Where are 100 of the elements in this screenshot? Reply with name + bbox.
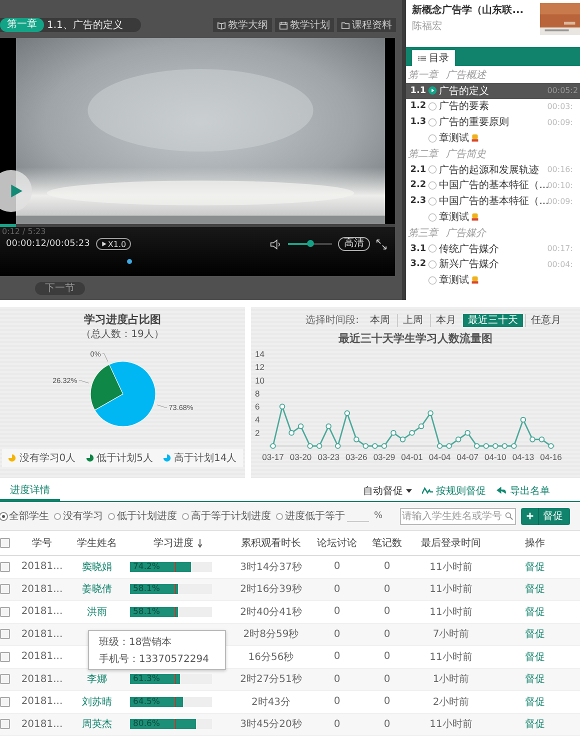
student-id: 20181... [20,628,64,640]
status-circle-icon [428,134,438,143]
toolbar-button[interactable]: 教学计划 [275,18,334,32]
urge-link[interactable]: 督促 [525,719,545,730]
speed-button[interactable]: X1.0 [96,238,132,250]
quality-button[interactable]: 高清 [338,237,370,251]
period-tab[interactable]: 最近三十天 [463,314,523,326]
notes-count: 0 [382,696,392,708]
filter-label[interactable]: 全部学生 [9,509,49,523]
lesson-item[interactable]: 2.2 中国广告的基本特征（...00:10: [406,178,580,194]
notes-count: 0 [382,584,392,595]
filter-label[interactable]: 低于计划进度 [117,509,177,523]
chapter-quiz-link[interactable]: 章测试 [439,273,470,288]
y-tick-label: 4 [255,414,260,425]
student-name-link[interactable]: 刘苏晴 [82,696,112,708]
lesson-item[interactable]: 1.3 广告的重要原则 00:09: [406,114,580,130]
x-tick-label: 03-17 [262,452,284,462]
chapter-quiz-link[interactable]: 章测试 [439,131,470,146]
fullscreen-icon[interactable] [376,238,387,250]
data-point [362,443,369,449]
data-point [298,423,304,430]
radio-button[interactable] [108,512,115,520]
video-progress-bar[interactable] [0,224,395,227]
status-circle-icon [428,196,438,206]
row-checkbox[interactable] [0,674,10,684]
urge-link[interactable]: 督促 [525,606,545,618]
row-checkbox[interactable] [0,719,10,730]
filter-label[interactable]: 高于等于计划进度 [191,509,271,523]
student-name-link[interactable]: 姜晓倩 [82,584,112,596]
data-point [520,416,526,423]
tooltip-text: 班级：18营销本 [99,636,173,648]
row-checkbox[interactable] [0,584,10,594]
data-point [502,443,508,449]
urge-button[interactable]: 督促 [521,508,570,524]
lesson-item[interactable]: 3.1 传统广告媒介 00:17: [406,240,580,257]
student-name-link[interactable]: 窦晓娟 [82,562,112,573]
chapter-quiz-link[interactable]: 章测试 [439,210,470,224]
status-circle-icon [428,102,438,111]
student-id: 20181... [20,696,64,708]
legend-label[interactable]: 高于计划14人 [174,451,237,465]
period-tab[interactable]: 上周 [397,314,428,326]
page-indicator-dot[interactable] [127,259,132,264]
urge-link[interactable]: 督促 [525,562,545,573]
radio-button[interactable] [54,512,61,520]
time-display: 00:00:12/00:05:23 [6,239,90,249]
status-circle-icon [428,165,438,174]
legend-label[interactable]: 没有学习0人 [19,451,76,465]
period-tab[interactable]: 任意月 [525,314,566,326]
export-list-link[interactable]: 导出名单 [496,484,550,498]
auto-urge-dropdown[interactable]: 自动督促 [363,484,412,498]
chapter-title: 广告概述 [446,68,486,82]
y-tick-label: 8 [255,388,260,398]
lesson-item[interactable]: 2.1 广告的起源和发展轨迹 00:16: [406,162,580,178]
toolbar-button[interactable]: 教学大纲 [213,18,272,32]
toolbar-button[interactable]: 课程资料 [337,18,396,32]
period-tab[interactable]: 本月 [430,314,461,326]
urge-link[interactable]: 督促 [525,652,545,663]
row-checkbox[interactable] [0,652,10,662]
select-all-checkbox[interactable] [0,538,10,548]
volume-icon[interactable] [270,238,282,250]
chapter-label: 第一章 [408,68,440,82]
row-checkbox[interactable] [0,629,10,640]
forum-count: 0 [332,718,342,730]
row-checkbox[interactable] [0,696,10,707]
teacher-name: 陈福宏 [412,20,444,33]
catalog-tab[interactable]: 目录 [412,50,456,66]
lesson-item[interactable]: 1.1 广告的定义 00:05:2 [406,82,580,99]
lesson-item[interactable]: 1.2 广告的要素 00:03: [406,98,580,114]
next-lesson-button[interactable]: 下一节 [35,282,85,295]
search-field[interactable]: 请输入学生姓名或学号 [400,508,516,524]
urge-link[interactable]: 督促 [525,584,545,596]
leader-line [156,404,167,408]
student-name-link[interactable]: 周英杰 [82,719,112,730]
row-checkbox[interactable] [0,562,10,572]
forum-count: 0 [332,606,342,618]
forum-count: 0 [332,584,342,595]
rule-urge-link[interactable]: 按规则督促 [422,484,486,498]
sort-arrow-icon [196,538,202,548]
radio-button[interactable] [182,512,189,520]
student-name-link[interactable]: 洪雨 [87,606,107,618]
urge-link[interactable]: 督促 [525,629,545,640]
lesson-item[interactable]: 2.3 中国广告的基本特征（...00:09: [406,193,580,210]
urge-link[interactable]: 督促 [525,674,545,686]
y-tick-label: 10 [255,375,264,386]
last-login: 2小时前 [432,696,470,709]
column-header: 学号 [31,537,53,550]
progress-value: 61.3% [133,674,160,684]
lesson-item[interactable]: 3.2 新兴广告媒介 00:04: [406,256,580,272]
x-tick-label: 03-26 [346,452,368,462]
filter-label[interactable]: 进度低于等于 [285,509,345,523]
row-checkbox[interactable] [0,606,10,617]
forum-count: 0 [332,651,342,662]
student-name-link[interactable]: 李娜 [87,674,107,686]
urge-link[interactable]: 督促 [525,696,545,708]
radio-button[interactable] [276,512,283,520]
period-tab[interactable]: 本周 [365,314,395,326]
legend-label[interactable]: 低于计划5人 [96,451,153,465]
play-icon [100,241,107,247]
filter-label[interactable]: 没有学习 [63,509,103,523]
data-point [326,423,332,430]
